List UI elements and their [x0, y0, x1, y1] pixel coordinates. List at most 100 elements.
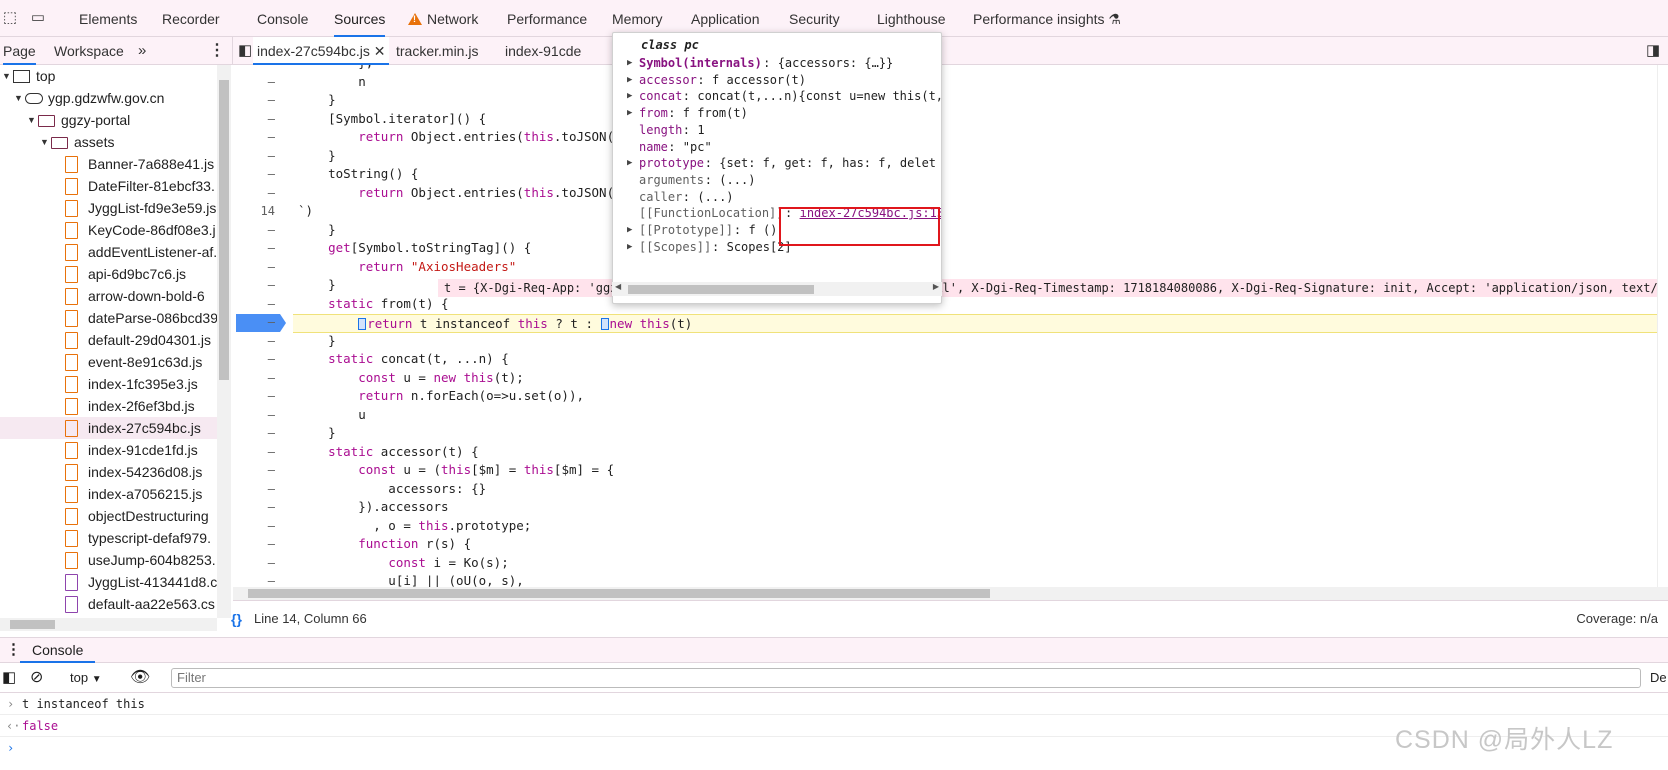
tab-workspace[interactable]: Workspace — [54, 37, 124, 65]
object-preview-popover[interactable]: class pc ▶ Symbol(internals) {accessors: {… — [612, 32, 942, 304]
drawer-menu-icon[interactable]: ⋮ — [6, 640, 21, 658]
expand-triangle-icon[interactable]: ▶ — [627, 87, 632, 105]
property-row[interactable]: ▶ accessor f accessor(t): — [613, 71, 941, 89]
tree-item-file[interactable]: api-6d9bc7c6.js — [0, 263, 217, 285]
expand-triangle-icon[interactable]: ▶ — [627, 71, 632, 89]
line-number[interactable]: – — [233, 128, 283, 147]
tab-elements[interactable]: Elements — [79, 0, 137, 37]
context-selector[interactable]: top ▼ — [70, 670, 102, 685]
scroll-right-icon[interactable]: ▶ — [933, 282, 939, 291]
tree-item-file[interactable]: objectDestructuring — [0, 505, 217, 527]
tree-item-file[interactable]: index-1fc395e3.js — [0, 373, 217, 395]
tree-hscroll-thumb[interactable] — [10, 620, 55, 629]
line-number[interactable]: – — [233, 572, 283, 587]
tree-scroll-thumb[interactable] — [219, 80, 229, 380]
kebab-menu-icon[interactable]: ⋮ — [209, 37, 225, 65]
property-row[interactable]: length 1: — [613, 121, 941, 139]
editor-tab[interactable]: index-91cde — [505, 37, 581, 65]
line-number[interactable]: – — [233, 406, 283, 425]
device-toolbar-icon[interactable]: ▭ — [28, 9, 48, 27]
tree-item-file[interactable]: Banner-7a688e41.js — [0, 153, 217, 175]
property-row[interactable]: ▶ Symbol(internals) {accessors: {…}}: — [613, 54, 941, 72]
expand-triangle-icon[interactable]: ▶ — [627, 54, 632, 72]
tree-item-file-selected[interactable]: index-27c594bc.js — [0, 417, 217, 439]
tree-item-file[interactable]: addEventListener-af. — [0, 241, 217, 263]
tab-performance[interactable]: Performance — [507, 0, 587, 37]
close-icon[interactable]: ✕ — [374, 43, 386, 59]
property-row[interactable]: ▶ from f from(t): — [613, 104, 941, 122]
expand-triangle-icon[interactable]: ▶ — [627, 221, 632, 239]
line-number[interactable]: – — [233, 535, 283, 554]
tree-item-top[interactable]: ▼ top — [0, 65, 217, 87]
tab-sources[interactable]: Sources — [334, 0, 386, 37]
tree-item-file[interactable]: dateParse-086bcd39 — [0, 307, 217, 329]
editor-vertical-scrollbar[interactable] — [1657, 65, 1668, 587]
line-number[interactable]: – — [233, 221, 283, 240]
property-row[interactable]: ▶ prototype {set: f, get: f, has: f, delet… — [613, 154, 941, 172]
tree-item-file[interactable]: index-a7056215.js — [0, 483, 217, 505]
tab-network[interactable]: Network — [408, 0, 478, 37]
line-number[interactable]: – — [233, 276, 283, 295]
property-row[interactable]: ▶ concat concat(t,...n){const u=new this(t… — [613, 87, 941, 105]
line-number[interactable]: – — [233, 295, 283, 314]
scroll-left-icon[interactable]: ◀ — [615, 282, 621, 291]
line-number[interactable]: – — [233, 110, 283, 129]
clear-console-icon[interactable]: ⊘ — [30, 667, 43, 687]
popover-hscroll-thumb[interactable] — [628, 285, 814, 294]
expand-triangle-icon[interactable]: ▶ — [627, 104, 632, 122]
line-number[interactable]: – — [233, 313, 283, 332]
drawer-tab-console[interactable]: Console — [20, 638, 96, 663]
property-row[interactable]: arguments (...): — [613, 171, 941, 189]
code-editor[interactable]: – },– n– }– [Symbol.iterator]() {– retur… — [233, 65, 1668, 587]
tree-item-file[interactable]: DateFilter-81ebcf33. — [0, 175, 217, 197]
tab-recorder[interactable]: Recorder — [162, 0, 220, 37]
expand-triangle-icon[interactable]: ▶ — [627, 154, 632, 172]
line-number[interactable]: – — [233, 424, 283, 443]
editor-hscroll-thumb[interactable] — [248, 589, 990, 598]
tab-performance-insights[interactable]: Performance insights ⚗ — [973, 0, 1121, 37]
tree-item-file[interactable]: index-54236d08.js — [0, 461, 217, 483]
tree-item-file[interactable]: index-2f6ef3bd.js — [0, 395, 217, 417]
tree-item-file[interactable]: JyggList-fd9e3e59.js — [0, 197, 217, 219]
line-number[interactable]: – — [233, 443, 283, 462]
tree-item-file[interactable]: arrow-down-bold-6 — [0, 285, 217, 307]
tree-item-file[interactable]: JyggList-413441d8.c — [0, 571, 217, 593]
filter-input[interactable]: Filter — [171, 668, 1641, 688]
line-number[interactable]: – — [233, 350, 283, 369]
line-number[interactable]: – — [233, 147, 283, 166]
more-tabs-icon[interactable]: » — [138, 37, 146, 65]
tab-console[interactable]: Console — [257, 0, 308, 37]
tree-item-file[interactable]: typescript-defaf979. — [0, 527, 217, 549]
line-number[interactable]: – — [233, 387, 283, 406]
line-number[interactable]: – — [233, 461, 283, 480]
line-number[interactable]: – — [233, 73, 283, 92]
editor-tab-active[interactable]: index-27c594bc.js ✕ — [253, 37, 390, 65]
line-number[interactable]: – — [233, 165, 283, 184]
tree-item-file[interactable]: default-29d04301.js — [0, 329, 217, 351]
tree-item-file[interactable]: index-91cde1fd.js — [0, 439, 217, 461]
tree-item-file[interactable]: KeyCode-86df08e3.j — [0, 219, 217, 241]
eye-icon[interactable]: 👁 — [130, 667, 150, 687]
tree-item-file[interactable]: default-aa22e563.cs — [0, 593, 217, 615]
tree-item-folder[interactable]: ▼ ggzy-portal — [0, 109, 217, 131]
inspect-element-icon[interactable]: ⬚ — [0, 9, 20, 27]
expand-triangle-icon[interactable]: ▶ — [627, 238, 632, 256]
line-number[interactable]: – — [233, 369, 283, 388]
log-levels-dropdown[interactable]: De — [1650, 670, 1667, 685]
property-row[interactable]: name "pc": — [613, 138, 941, 156]
tab-page[interactable]: Page — [3, 37, 36, 65]
line-number[interactable]: – — [233, 258, 283, 277]
line-number[interactable]: – — [233, 554, 283, 573]
pretty-print-icon[interactable]: {} — [231, 601, 242, 637]
line-number[interactable]: – — [233, 498, 283, 517]
tree-item-file[interactable]: event-8e91c63d.js — [0, 351, 217, 373]
tree-item-domain[interactable]: ▼ ygp.gdzwfw.gov.cn — [0, 87, 217, 109]
line-number[interactable]: – — [233, 332, 283, 351]
sidebar-toggle-icon[interactable]: ◧ — [2, 668, 16, 686]
property-row[interactable]: caller (...): — [613, 188, 941, 206]
line-number[interactable]: – — [233, 480, 283, 499]
line-number[interactable]: – — [233, 239, 283, 258]
tree-item-file[interactable]: useJump-604b8253. — [0, 549, 217, 571]
line-number[interactable]: – — [233, 517, 283, 536]
toggle-navigator-icon[interactable]: ◧ — [238, 37, 252, 65]
